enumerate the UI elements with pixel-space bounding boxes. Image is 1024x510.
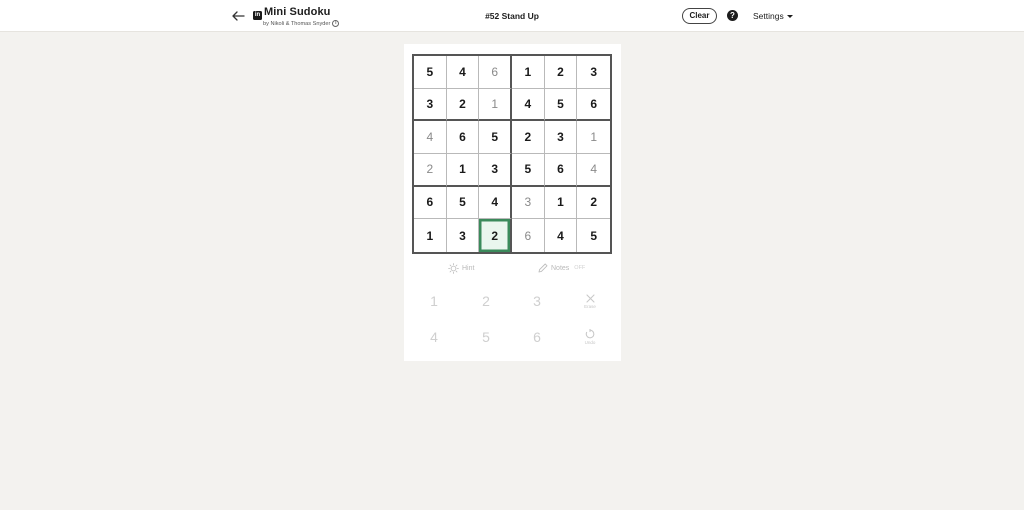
grid-cell[interactable]: 3 bbox=[512, 186, 545, 220]
pencil-icon bbox=[538, 263, 548, 273]
close-icon bbox=[585, 293, 595, 303]
grid-cell[interactable]: 5 bbox=[544, 88, 578, 122]
grid-cell[interactable]: 4 bbox=[479, 186, 512, 220]
key-5[interactable]: 5 bbox=[466, 322, 506, 352]
grid-cell[interactable]: 5 bbox=[577, 219, 610, 252]
sudoku-board: 546123321456465231213564654312132645 bbox=[412, 54, 612, 254]
byline-text: by Nikoli & Thomas Snyder bbox=[263, 20, 331, 27]
grid-cell[interactable]: 1 bbox=[414, 219, 447, 252]
grid-cell[interactable]: 4 bbox=[577, 154, 610, 187]
lightbulb-icon bbox=[448, 263, 459, 274]
key-1[interactable]: 1 bbox=[414, 286, 454, 316]
grid-cell[interactable]: 3 bbox=[479, 154, 512, 187]
grid-cell[interactable]: 4 bbox=[512, 88, 545, 122]
grid-cell[interactable]: 2 bbox=[446, 88, 480, 122]
key-6[interactable]: 6 bbox=[517, 322, 557, 352]
key-3[interactable]: 3 bbox=[517, 286, 557, 316]
notes-state: OFF bbox=[574, 265, 586, 271]
grid-cell[interactable]: 3 bbox=[447, 219, 480, 252]
grid-cell[interactable]: 4 bbox=[446, 56, 480, 89]
top-bar: in Mini Sudoku by Nikoli & Thomas Snyder… bbox=[0, 0, 1024, 32]
grid-cell[interactable]: 2 bbox=[577, 187, 610, 220]
help-icon[interactable]: ? bbox=[727, 10, 738, 21]
grid-cell[interactable]: 5 bbox=[414, 56, 447, 89]
number-keypad: 1 2 3 Erase 4 5 6 Undo bbox=[404, 286, 621, 356]
linkedin-logo-icon: in bbox=[253, 11, 262, 20]
info-icon[interactable]: i bbox=[332, 20, 340, 27]
grid-cell[interactable]: 5 bbox=[479, 121, 512, 154]
grid-cell[interactable]: 6 bbox=[479, 56, 512, 89]
game-panel: 546123321456465231213564654312132645 Hin… bbox=[404, 44, 621, 361]
grid-cell[interactable]: 5 bbox=[512, 154, 545, 187]
key-4[interactable]: 4 bbox=[414, 322, 454, 352]
hint-label: Hint bbox=[462, 265, 475, 272]
game-byline: by Nikoli & Thomas Snyder i bbox=[263, 20, 340, 27]
grid-cell[interactable]: 6 bbox=[577, 89, 610, 122]
grid-cell[interactable]: 1 bbox=[446, 154, 480, 187]
settings-menu[interactable]: Settings bbox=[753, 11, 793, 21]
grid-cell[interactable]: 1 bbox=[544, 186, 578, 220]
grid-cell[interactable]: 6 bbox=[446, 121, 480, 154]
notes-label: Notes bbox=[551, 264, 570, 272]
undo-button[interactable]: Undo bbox=[570, 322, 610, 352]
grid-cell[interactable]: 1 bbox=[512, 56, 545, 89]
erase-label: Erase bbox=[584, 303, 596, 309]
grid-cell[interactable]: 1 bbox=[577, 121, 610, 154]
grid-cell[interactable]: 2 bbox=[414, 154, 447, 187]
clear-button[interactable]: Clear bbox=[682, 8, 717, 24]
erase-button[interactable]: Erase bbox=[570, 286, 610, 316]
puzzle-title: #52 Stand Up bbox=[485, 11, 539, 21]
hint-button[interactable]: Hint bbox=[448, 263, 474, 274]
grid-cell[interactable]: 5 bbox=[446, 186, 480, 220]
caret-down-icon bbox=[786, 14, 793, 18]
arrow-left-icon bbox=[231, 11, 245, 21]
grid-cell[interactable]: 2 bbox=[512, 121, 545, 154]
settings-label: Settings bbox=[753, 11, 784, 21]
grid-cell[interactable]: 2 bbox=[544, 56, 578, 89]
selected-cell[interactable]: 2 bbox=[479, 219, 512, 252]
key-2[interactable]: 2 bbox=[466, 286, 506, 316]
grid-cell[interactable]: 3 bbox=[414, 88, 447, 122]
grid-cell[interactable]: 6 bbox=[414, 186, 447, 220]
grid-cell[interactable]: 6 bbox=[544, 154, 578, 187]
grid-cell[interactable]: 1 bbox=[479, 88, 512, 122]
tool-bar: Hint Notes OFF bbox=[404, 263, 621, 277]
undo-label: Undo bbox=[584, 340, 596, 345]
game-title: Mini Sudoku bbox=[264, 6, 331, 18]
grid-cell[interactable]: 3 bbox=[544, 121, 578, 154]
back-button[interactable] bbox=[229, 7, 247, 25]
grid-cell[interactable]: 6 bbox=[512, 219, 545, 252]
grid-cell[interactable]: 4 bbox=[414, 121, 447, 154]
undo-icon bbox=[585, 329, 595, 339]
grid-cell[interactable]: 4 bbox=[545, 219, 578, 252]
grid-cell[interactable]: 3 bbox=[577, 56, 610, 89]
notes-toggle[interactable]: Notes OFF bbox=[538, 263, 585, 273]
